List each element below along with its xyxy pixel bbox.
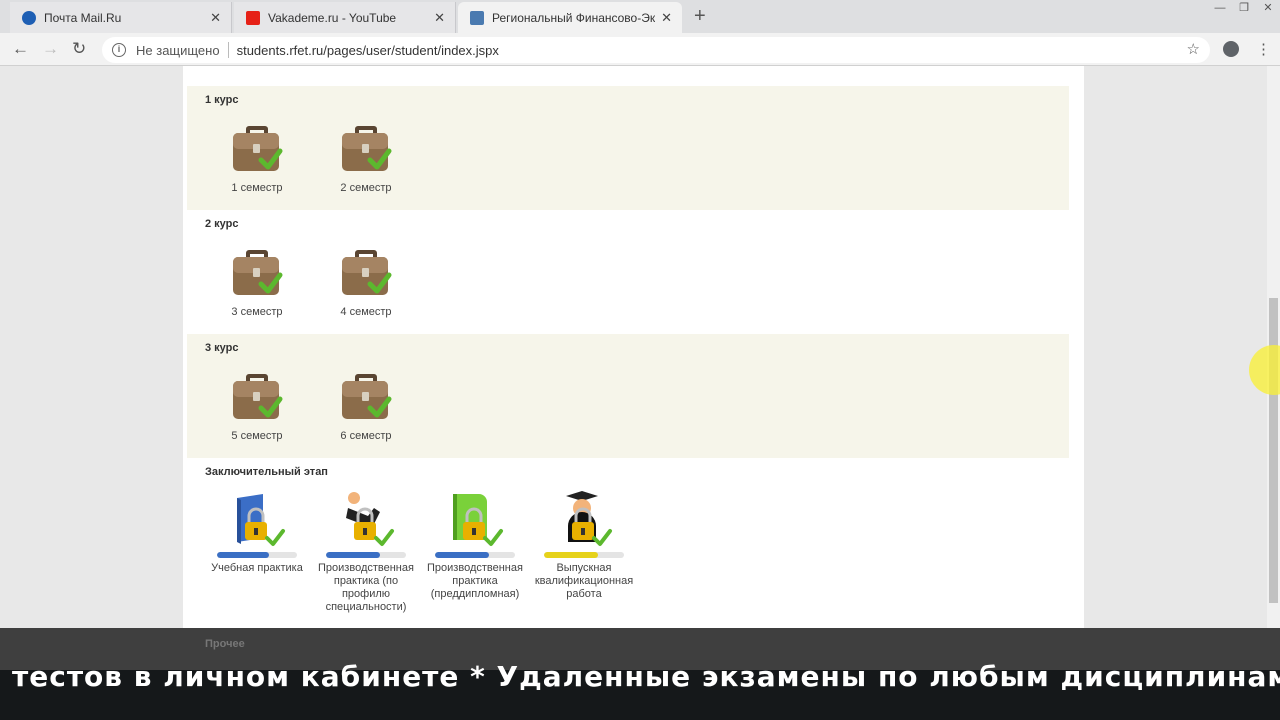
course-section: 3 курс 5 семестр 6 семестр: [187, 334, 1069, 458]
back-arrow-icon[interactable]: ←: [12, 39, 29, 59]
tab-youtube[interactable]: Vakademe.ru - YouTube ✕: [234, 2, 456, 33]
restore-icon[interactable]: ❐: [1232, 0, 1256, 18]
tab-title: Региональный Финансово-Экон: [492, 10, 656, 25]
book-lock-icon[interactable]: [225, 490, 289, 550]
final-stage-section: Заключительный этап Учебная практика Про…: [187, 458, 1069, 628]
close-icon[interactable]: ✕: [434, 10, 445, 26]
final-stage-item[interactable]: Производственная практика (преддипломная…: [420, 490, 530, 601]
final-stage-label[interactable]: Производственная практика (по профилю сп…: [311, 562, 421, 614]
browser-toolbar: ← → ↻ i Не защищено students.rfet.ru/pag…: [0, 33, 1280, 66]
security-label: Не защищено: [136, 42, 220, 58]
reload-icon[interactable]: ↻: [72, 39, 86, 59]
account-icon[interactable]: [1223, 41, 1239, 57]
semester-label[interactable]: 1 семестр: [202, 182, 312, 195]
final-stage-label[interactable]: Учебная практика: [202, 562, 312, 575]
course-title: 1 курс: [205, 94, 239, 106]
menu-dots-icon[interactable]: ⋮: [1256, 40, 1271, 58]
bookmark-star-icon[interactable]: ☆: [1187, 40, 1200, 58]
info-icon[interactable]: i: [112, 43, 126, 57]
content-panel: 1 курс 1 семестр 2 семестр 2 курс 3 семес…: [183, 66, 1084, 628]
progress-bar: [435, 552, 515, 558]
semester-item[interactable]: 1 семестр: [202, 116, 312, 195]
green-book-lock-icon[interactable]: [443, 490, 507, 550]
ticker-text: тестов в личном кабинете * Удаленные экз…: [12, 660, 1280, 693]
section-title-other: Прочее: [205, 638, 245, 650]
final-stage-item[interactable]: Учебная практика: [202, 490, 312, 575]
tab-title: Vakademe.ru - YouTube: [268, 10, 397, 25]
course-section: 1 курс 1 семестр 2 семестр: [187, 86, 1069, 210]
page-viewport: 1 курс 1 семестр 2 семестр 2 курс 3 семес…: [0, 66, 1267, 628]
semester-label[interactable]: 2 семестр: [311, 182, 421, 195]
tab-title: Почта Mail.Ru: [44, 10, 122, 25]
semester-item[interactable]: 5 семестр: [202, 364, 312, 443]
tab-strip: Почта Mail.Ru ✕ Vakademe.ru - YouTube ✕ …: [0, 0, 1280, 33]
progress-bar: [326, 552, 406, 558]
progress-bar: [544, 552, 624, 558]
worker-lock-icon[interactable]: [334, 490, 398, 550]
semester-item[interactable]: 6 семестр: [311, 364, 421, 443]
semester-item[interactable]: 4 семестр: [311, 240, 421, 319]
progress-fill: [217, 552, 269, 558]
briefcase-check-icon[interactable]: [338, 364, 394, 424]
youtube-favicon-icon: [246, 10, 260, 25]
briefcase-check-icon[interactable]: [229, 116, 285, 176]
semester-label[interactable]: 4 семестр: [311, 306, 421, 319]
briefcase-check-icon[interactable]: [338, 240, 394, 300]
briefcase-check-icon[interactable]: [229, 240, 285, 300]
close-window-icon[interactable]: ✕: [1256, 0, 1280, 18]
briefcase-check-icon[interactable]: [338, 116, 394, 176]
scrollbar-thumb[interactable]: [1269, 298, 1278, 603]
progress-fill: [544, 552, 599, 558]
course-section: 2 курс 3 семестр 4 семестр: [187, 210, 1069, 334]
section-title: Заключительный этап: [205, 466, 328, 478]
briefcase-check-icon[interactable]: [229, 364, 285, 424]
tab-mail[interactable]: Почта Mail.Ru ✕: [10, 2, 232, 33]
final-stage-item[interactable]: Производственная практика (по профилю сп…: [311, 490, 421, 614]
semester-label[interactable]: 6 семестр: [311, 430, 421, 443]
tab-rfet[interactable]: Региональный Финансово-Экон ✕: [458, 2, 682, 33]
course-title: 3 курс: [205, 342, 239, 354]
ticker-banner: Прочее тестов в личном кабинете * Удален…: [0, 628, 1280, 720]
progress-bar: [217, 552, 297, 558]
progress-fill: [326, 552, 381, 558]
minimize-icon[interactable]: —: [1208, 0, 1232, 18]
forward-arrow-icon[interactable]: →: [42, 39, 59, 59]
progress-fill: [435, 552, 490, 558]
divider: [227, 42, 229, 58]
mail-favicon-icon: [22, 10, 36, 25]
final-stage-label[interactable]: Выпускная квалификационная работа: [529, 562, 639, 601]
final-stage-item[interactable]: Выпускная квалификационная работа: [529, 490, 639, 601]
semester-item[interactable]: 2 семестр: [311, 116, 421, 195]
rfet-favicon-icon: [470, 10, 484, 25]
final-stage-label[interactable]: Производственная практика (преддипломная…: [420, 562, 530, 601]
semester-item[interactable]: 3 семестр: [202, 240, 312, 319]
close-icon[interactable]: ✕: [661, 10, 672, 26]
window-controls: — ❐ ✕: [1208, 0, 1280, 18]
semester-label[interactable]: 5 семестр: [202, 430, 312, 443]
course-title: 2 курс: [205, 218, 239, 230]
close-icon[interactable]: ✕: [210, 10, 221, 26]
url-text[interactable]: students.rfet.ru/pages/user/student/inde…: [237, 43, 499, 58]
graduate-lock-icon[interactable]: [552, 490, 616, 550]
semester-label[interactable]: 3 семестр: [202, 306, 312, 319]
new-tab-icon[interactable]: +: [694, 5, 706, 28]
address-bar[interactable]: i Не защищено students.rfet.ru/pages/use…: [102, 37, 1210, 63]
